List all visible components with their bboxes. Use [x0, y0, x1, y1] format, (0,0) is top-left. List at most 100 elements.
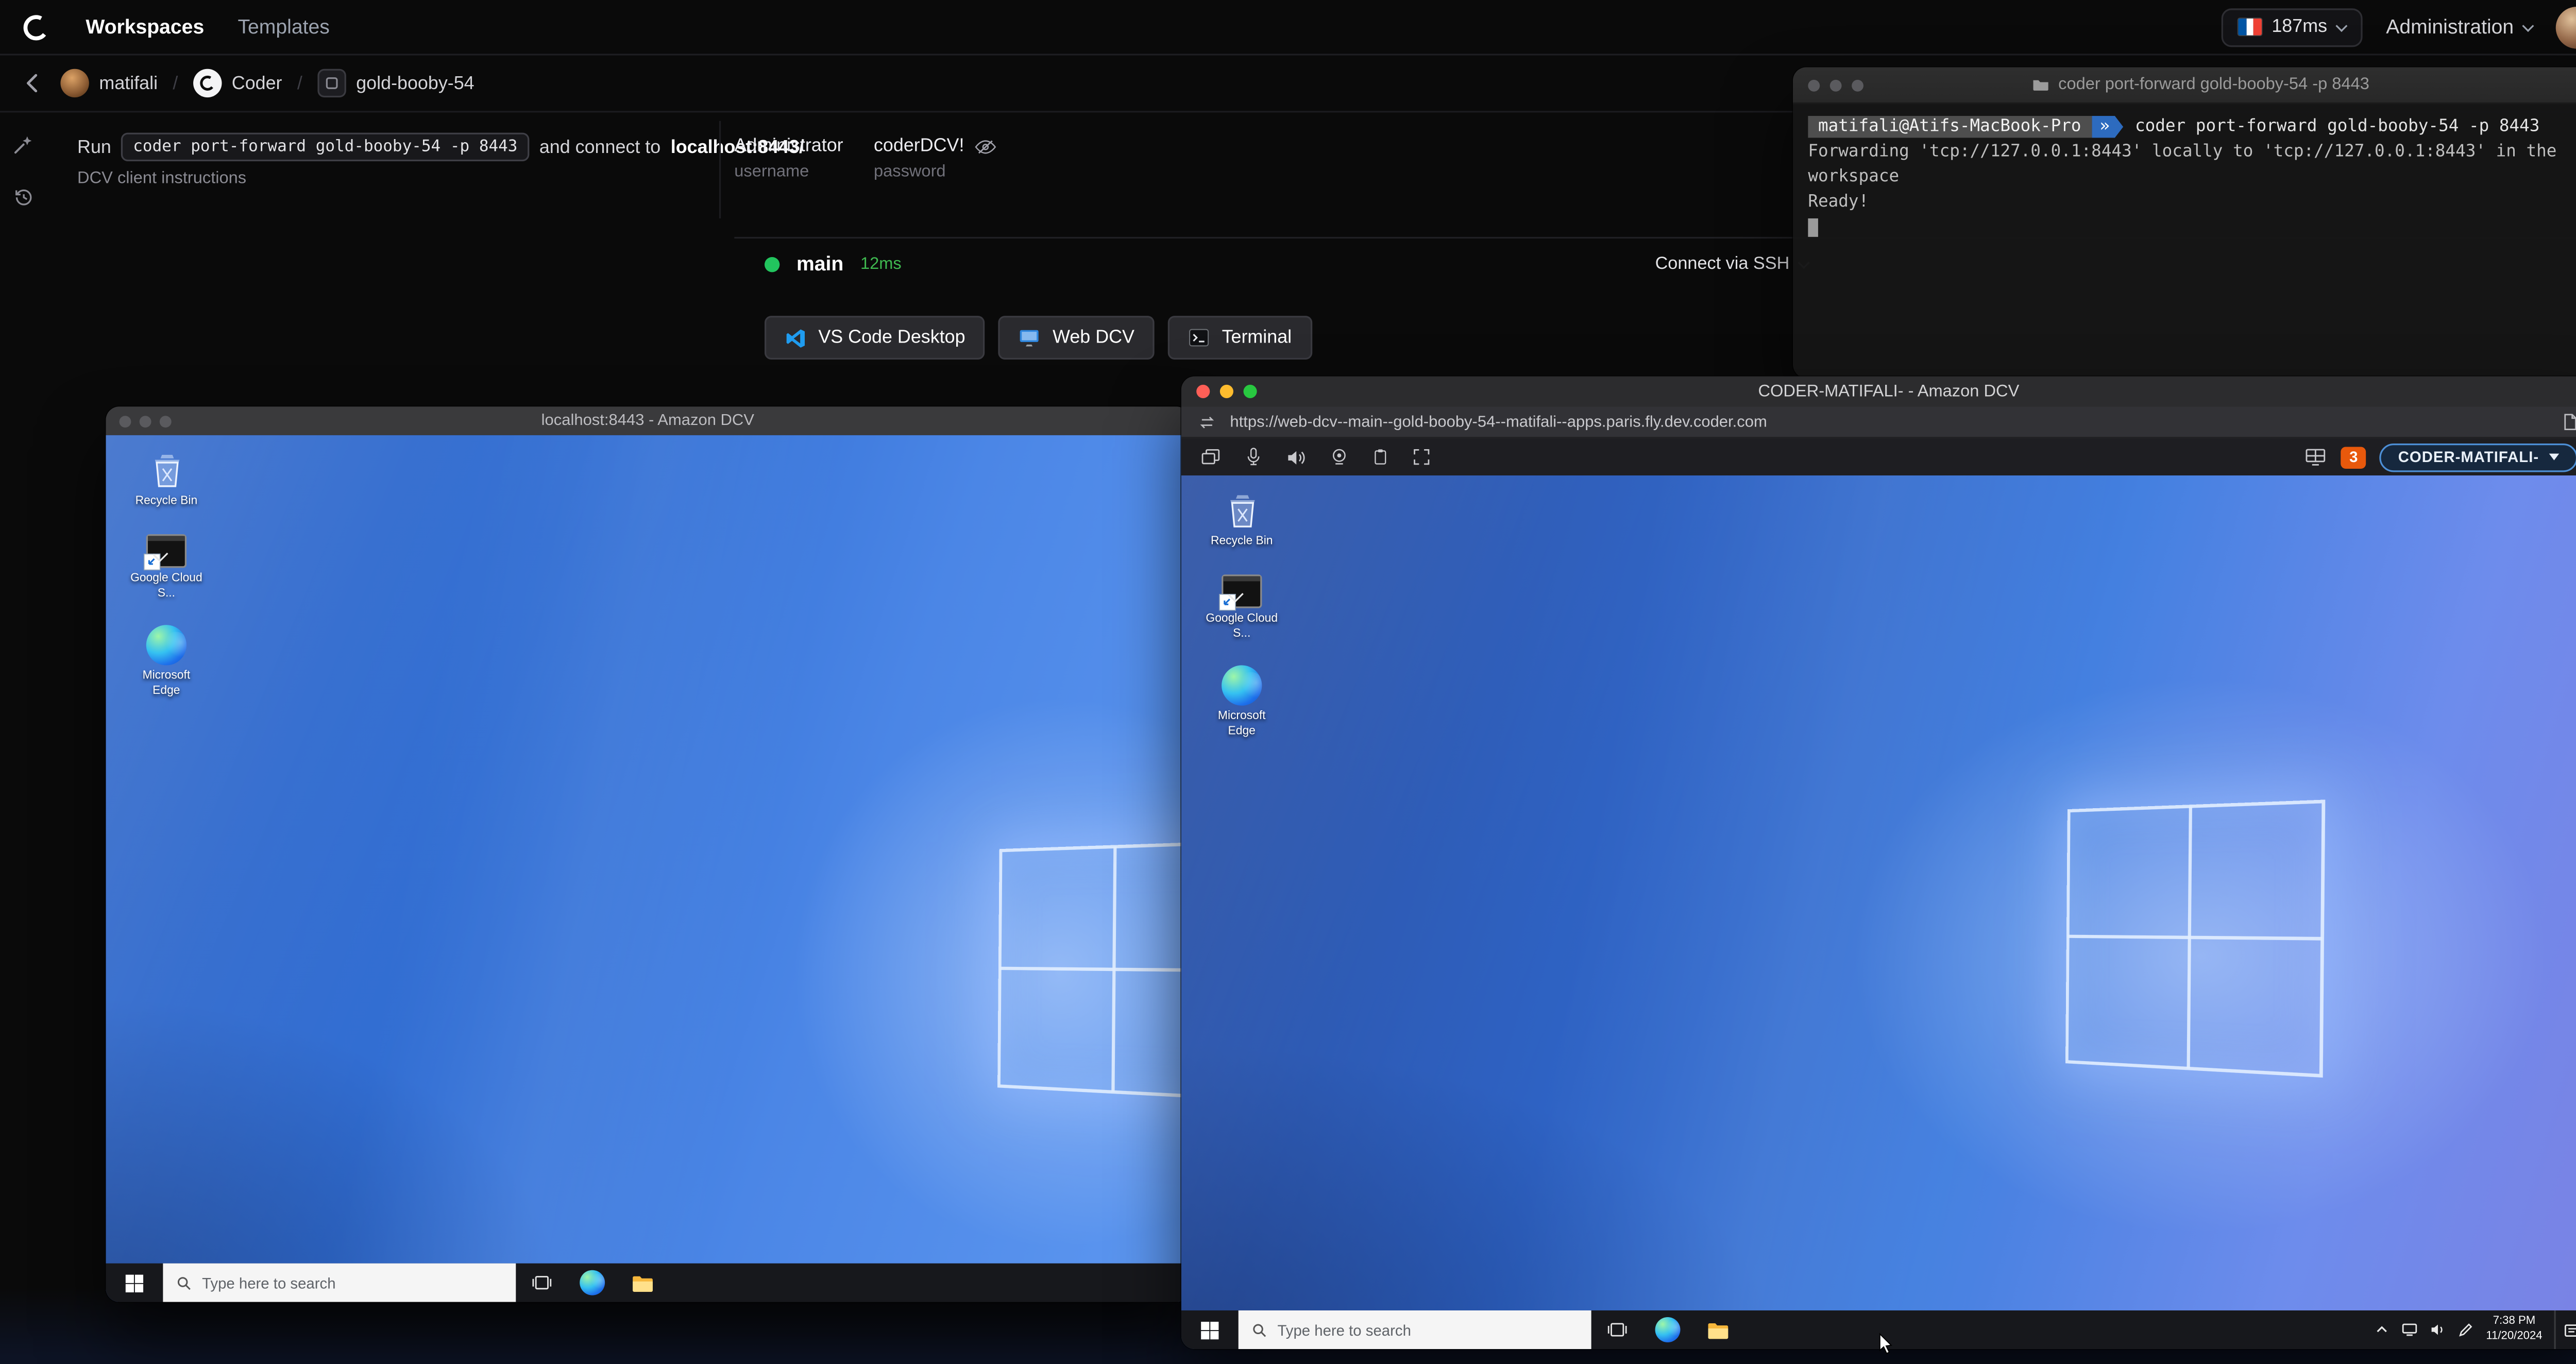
terminal-titlebar[interactable]: coder port-forward gold-booby-54 -p 8443 [1793, 67, 2576, 105]
action-center-icon [2564, 1323, 2576, 1336]
folder-icon [1707, 1322, 1727, 1338]
edge-taskbar-button[interactable] [566, 1264, 617, 1302]
dcv-toolbar: 3 CODER-MATIFALI- [1181, 438, 2576, 476]
close-icon[interactable] [1196, 384, 1210, 398]
close-icon[interactable] [119, 415, 131, 427]
search-input[interactable] [202, 1274, 503, 1291]
nav-templates[interactable]: Templates [238, 15, 329, 39]
user-menu[interactable] [2555, 6, 2576, 48]
screen: Workspaces Templates 187ms Administratio… [0, 0, 2576, 1364]
recycle-bin-shortcut[interactable]: Recycle Bin [123, 449, 210, 510]
remote-desktop-localhost[interactable]: Recycle Bin Google Cloud S... Microsoft … [106, 435, 1190, 1302]
copy-page-icon[interactable] [2559, 412, 2576, 432]
terminal-body[interactable]: matifali@Atifs-MacBook-Pro» coder port-fo… [1793, 104, 2576, 250]
terminal-button[interactable]: Terminal [1168, 316, 1312, 360]
url-text[interactable]: https://web-dcv--main--gold-booby-54--ma… [1230, 413, 2546, 431]
file-explorer-button[interactable] [1692, 1310, 1742, 1349]
latency-dropdown[interactable]: 187ms [2221, 7, 2363, 46]
chevron-down-icon [2335, 19, 2348, 31]
task-view-button[interactable] [516, 1264, 566, 1302]
displays-icon[interactable] [2304, 447, 2328, 467]
latency-value: 187ms [2272, 16, 2328, 37]
agent-buttons: VS Code Desktop Web DCV Terminal [764, 316, 1312, 360]
action-center-button[interactable] [2554, 1310, 2576, 1349]
chevron-down-icon [2522, 19, 2534, 31]
minimize-icon[interactable] [1829, 79, 1842, 91]
start-button[interactable] [106, 1264, 163, 1302]
close-icon[interactable] [1808, 79, 1820, 91]
taskbar-search[interactable] [163, 1263, 516, 1302]
back-button[interactable] [20, 71, 45, 96]
terminal-title: coder port-forward gold-booby-54 -p 8443 [2058, 75, 2369, 94]
recycle-bin-icon [154, 455, 179, 487]
vscode-desktop-button[interactable]: VS Code Desktop [764, 316, 986, 360]
dcv-window-coder-matifali: CODER-MATIFALI- - Amazon DCV https://web… [1181, 376, 2576, 1349]
workspace-icon [317, 69, 346, 98]
windows-logo [2065, 799, 2326, 1078]
zoom-icon[interactable] [1852, 79, 1864, 91]
shortcut-arrow-icon [1219, 594, 1235, 610]
magic-wand-icon[interactable] [11, 133, 38, 160]
terminal-traffic-lights [1808, 79, 1864, 91]
microsoft-edge-shortcut[interactable]: Microsoft Edge [1198, 666, 1285, 740]
localhost-window-title: localhost:8443 - Amazon DCV [541, 412, 754, 430]
chevron-up-icon[interactable] [2375, 1322, 2390, 1337]
zoom-icon[interactable] [159, 415, 172, 427]
webcam-icon[interactable] [1329, 447, 1349, 467]
breadcrumb-template[interactable]: Coder [193, 69, 282, 98]
taskbar-search[interactable] [1238, 1310, 1591, 1349]
minimize-icon[interactable] [1219, 384, 1233, 398]
web-dcv-button[interactable]: Web DCV [998, 316, 1155, 360]
google-cloud-shell-shortcut[interactable]: Google Cloud S... [123, 534, 210, 602]
coder-logo[interactable] [20, 11, 52, 43]
task-view-icon [531, 1276, 551, 1290]
terminal-prompt-line: matifali@Atifs-MacBook-Pro» coder port-fo… [1808, 114, 2576, 140]
taskbar-clock[interactable]: 7:38 PM 11/20/2024 [2486, 1315, 2542, 1345]
administration-menu[interactable]: Administration [2386, 15, 2534, 39]
dcv-client-instructions-link[interactable]: DCV client instructions [77, 169, 804, 188]
notification-count-badge[interactable]: 3 [2341, 446, 2366, 468]
windows-logo-icon [125, 1274, 144, 1292]
task-view-button[interactable] [1591, 1310, 1642, 1349]
session-windows-icon[interactable] [1200, 447, 1222, 467]
dcv-window-titlebar[interactable]: CODER-MATIFALI- - Amazon DCV [1181, 376, 2576, 407]
zoom-icon[interactable] [1243, 384, 1257, 398]
remote-desktop-coder-matifali[interactable]: Recycle Bin Google Cloud S... Microsoft … [1181, 475, 2576, 1349]
agent-latency: 12ms [860, 254, 902, 273]
clipboard-icon[interactable] [1371, 447, 1389, 467]
toggle-password-visibility-icon[interactable] [974, 139, 996, 154]
port-forward-instructions: Run coder port-forward gold-booby-54 -p … [77, 132, 804, 188]
localhost-window-titlebar[interactable]: localhost:8443 - Amazon DCV [106, 406, 1190, 435]
fullscreen-icon[interactable] [1412, 447, 1432, 467]
speaker-icon[interactable] [1285, 446, 1307, 468]
volume-icon[interactable] [2431, 1322, 2448, 1337]
desktop-icons: Recycle Bin Google Cloud S... Microsoft … [1198, 489, 1285, 740]
connect-label: and connect to [539, 137, 661, 157]
edge-taskbar-button[interactable] [1641, 1310, 1692, 1349]
agent-row: main 12ms [764, 252, 902, 276]
search-input[interactable] [1277, 1321, 1578, 1338]
username-value: Administrator [734, 136, 843, 157]
breadcrumb-user[interactable]: matifali [60, 69, 158, 98]
start-button[interactable] [1181, 1310, 1239, 1349]
microphone-icon[interactable] [1244, 447, 1264, 467]
microsoft-edge-shortcut[interactable]: Microsoft Edge [123, 625, 210, 700]
google-cloud-shell-shortcut[interactable]: Google Cloud S... [1198, 574, 1285, 642]
recycle-bin-shortcut[interactable]: Recycle Bin [1198, 489, 1285, 551]
breadcrumb-workspace[interactable]: gold-booby-54 [317, 69, 474, 98]
file-explorer-button[interactable] [617, 1264, 667, 1302]
breadcrumb-user-label: matifali [99, 73, 158, 94]
connect-via-ssh-dropdown[interactable]: Connect via SSH [1655, 253, 1810, 274]
minimize-icon[interactable] [139, 415, 151, 427]
session-dropdown[interactable]: CODER-MATIFALI- [2379, 442, 2576, 471]
history-icon[interactable] [11, 186, 38, 213]
edge-icon [1222, 666, 1262, 706]
nav-workspaces[interactable]: Workspaces [86, 15, 204, 39]
network-icon[interactable] [2402, 1322, 2419, 1337]
user-avatar [2555, 6, 2576, 48]
powerline-arrow-icon: » [2091, 116, 2123, 138]
connection-icon[interactable] [1198, 413, 1216, 431]
console-icon [1219, 574, 1262, 610]
desktop-icons: Recycle Bin Google Cloud S... Microsoft … [123, 449, 210, 700]
pen-icon[interactable] [2459, 1322, 2474, 1337]
